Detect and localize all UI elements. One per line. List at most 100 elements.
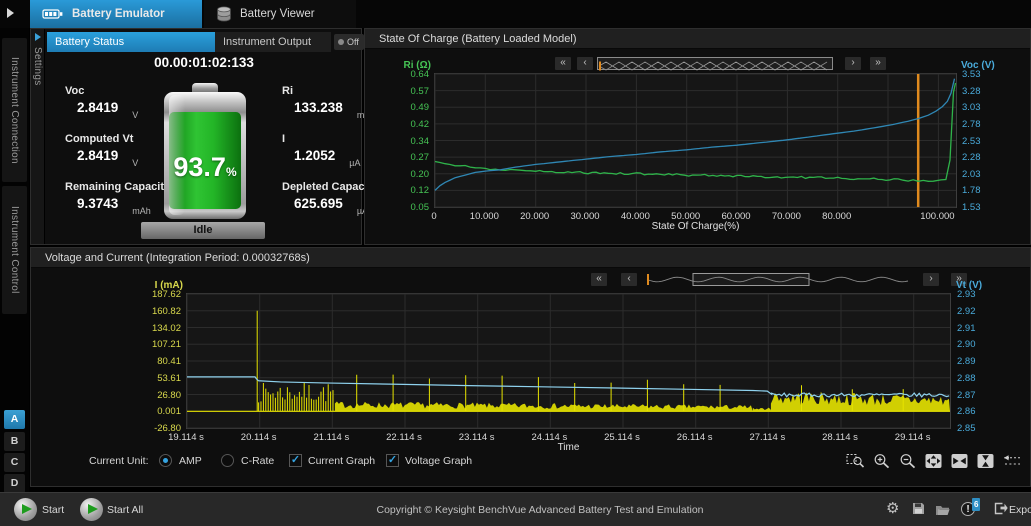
sidebar-item-instrument-control[interactable]: Instrument Control	[2, 186, 27, 314]
tick-label: 187.62	[152, 289, 181, 300]
zoom-box-icon[interactable]	[846, 453, 865, 469]
start-button[interactable]	[14, 498, 37, 521]
output-state-label: Off	[347, 37, 359, 47]
current-graph-label: Current Graph	[308, 455, 375, 467]
save-icon[interactable]	[912, 502, 925, 520]
metric-value: 2.8419	[77, 100, 118, 115]
open-folder-icon[interactable]	[935, 503, 950, 521]
settings-label: Settings	[32, 47, 43, 86]
channel-a-button[interactable]: A	[4, 410, 25, 429]
tick-label: 3.53	[962, 69, 981, 80]
radio-amp-label: AMP	[179, 455, 202, 467]
tab-battery-emulator[interactable]: Battery Emulator	[30, 0, 202, 28]
tick-label: 2.86	[957, 406, 976, 417]
export-label[interactable]: Export	[1009, 504, 1031, 516]
channel-d-button[interactable]: D	[4, 474, 25, 493]
battery-viewer-icon	[216, 6, 232, 22]
scroll-right-button[interactable]: ›	[923, 273, 939, 286]
tick-label: 2.53	[962, 136, 981, 147]
scroll-track[interactable]	[647, 273, 909, 286]
tick-label: 0.12	[411, 185, 430, 196]
tick-label: 2.78	[962, 119, 981, 130]
fit-all-icon[interactable]	[924, 453, 943, 469]
vc-chart-plot[interactable]	[186, 293, 951, 429]
tick-label: 2.90	[957, 339, 976, 350]
vc-voltage-line	[187, 377, 949, 397]
scroll-left-button[interactable]: ‹	[621, 273, 637, 286]
tick-label: 2.93	[957, 289, 976, 300]
channel-b-button[interactable]: B	[4, 432, 25, 451]
left-sidebar: Instrument Connection Instrument Control…	[0, 28, 29, 492]
collapse-panel-arrow-icon[interactable]	[7, 8, 14, 18]
settings-strip[interactable]: Settings	[31, 29, 45, 244]
tick-label: 26.80	[157, 390, 181, 401]
fit-vertical-icon[interactable]	[976, 453, 995, 469]
export-icon[interactable]	[994, 502, 1008, 520]
scroll-far-left-button[interactable]: «	[591, 273, 607, 286]
voltage-graph-label: Voltage Graph	[405, 455, 472, 467]
soc-right-tick-labels: 3.533.283.032.782.532.282.031.781.53	[960, 73, 1010, 208]
metric-value: 1.2052	[294, 148, 335, 163]
percent-sign: %	[226, 165, 237, 179]
scroll-left-button[interactable]: ‹	[577, 57, 593, 70]
soc-chart-svg	[435, 74, 956, 207]
track-cursor-icon[interactable]	[1002, 453, 1021, 469]
settings-gear-icon[interactable]: ⚙	[886, 500, 899, 517]
fit-horizontal-icon[interactable]	[950, 453, 969, 469]
current-graph-checkbox[interactable]	[289, 454, 302, 467]
output-state-button[interactable]: Off	[334, 34, 364, 50]
vc-panel-title: Voltage and Current (Integration Period:…	[31, 248, 1030, 268]
tick-label: 134.02	[152, 323, 181, 334]
metric-unit: µA	[349, 158, 360, 168]
radio-crate[interactable]	[221, 454, 234, 467]
tick-label: 80.41	[157, 356, 181, 367]
soc-gridlines	[435, 74, 956, 207]
battery-status-panel: Settings Battery Status Instrument Outpu…	[30, 28, 362, 245]
battery-emulator-icon	[42, 8, 64, 20]
scroll-track[interactable]	[597, 57, 833, 70]
metric-value: 133.238	[294, 100, 343, 115]
tick-label: 0.001	[157, 406, 181, 417]
start-button-label: Start	[42, 504, 64, 516]
radio-crate-label: C-Rate	[241, 455, 274, 467]
zoom-in-icon[interactable]	[872, 453, 891, 469]
charge-percent: 93.7	[173, 152, 226, 182]
scroll-right-button[interactable]: ›	[845, 57, 861, 70]
tick-label: 3.28	[962, 86, 981, 97]
vc-left-tick-labels: 187.62160.82134.02107.2180.4153.6126.800…	[129, 293, 183, 429]
status-bar: Start Start All Copyright © Keysight Ben…	[0, 492, 1031, 526]
scroll-far-left-button[interactable]: «	[555, 57, 571, 70]
scroll-preview-wave	[598, 60, 832, 71]
main-tab-bar: Battery Emulator Battery Viewer	[0, 0, 1031, 28]
sidebar-item-instrument-connection[interactable]: Instrument Connection	[2, 38, 27, 182]
soc-chart-plot[interactable]	[434, 73, 957, 208]
error-notification-icon[interactable]: !6	[961, 502, 975, 516]
metric-value: 625.695	[294, 196, 343, 211]
scroll-far-right-button[interactable]: »	[870, 57, 886, 70]
soc-series-ri	[435, 83, 956, 181]
zoom-out-icon[interactable]	[898, 453, 917, 469]
voltage-graph-checkbox[interactable]	[386, 454, 399, 467]
channel-c-button[interactable]: C	[4, 453, 25, 472]
tab-label: Battery Emulator	[72, 8, 165, 20]
tick-label: 0.49	[411, 102, 430, 113]
copyright-text: Copyright © Keysight BenchVue Advanced B…	[260, 504, 820, 516]
start-all-button-label: Start All	[107, 504, 143, 516]
soc-panel-title: State Of Charge (Battery Loaded Model)	[365, 29, 1030, 49]
tick-label: 1.78	[962, 185, 981, 196]
start-all-button[interactable]	[80, 498, 103, 521]
soc-scrollbar: « ‹ › »	[555, 57, 895, 70]
tick-label: 0.27	[411, 152, 430, 163]
radio-amp[interactable]	[159, 454, 172, 467]
tab-instrument-output[interactable]: Instrument Output	[215, 32, 331, 52]
tick-label: 2.91	[957, 323, 976, 334]
tick-label: 0.42	[411, 119, 430, 130]
tab-battery-status[interactable]: Battery Status	[47, 32, 215, 52]
sidebar-item-label: Instrument Control	[9, 206, 20, 294]
x-axis-title: State Of Charge(%)	[434, 221, 957, 232]
soc-panel: State Of Charge (Battery Loaded Model) «…	[364, 28, 1031, 245]
tab-battery-viewer[interactable]: Battery Viewer	[204, 0, 356, 28]
tick-label: 2.92	[957, 306, 976, 317]
tick-label: 0.34	[411, 136, 430, 147]
tick-label: 2.89	[957, 356, 976, 367]
